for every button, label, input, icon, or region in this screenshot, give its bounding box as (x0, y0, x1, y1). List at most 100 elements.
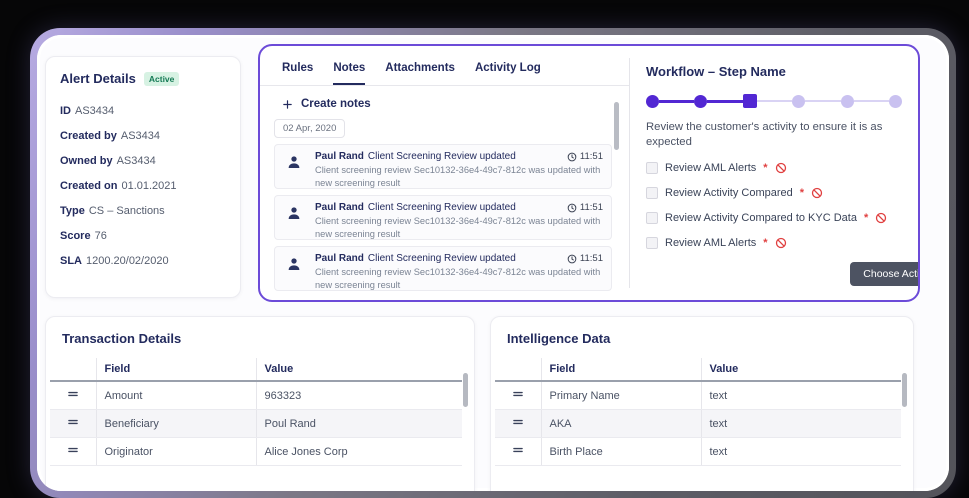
value-cell: 963323 (256, 381, 462, 410)
checklist-item: Review AML Alerts * (646, 237, 908, 249)
alert-field-id: ID AS3434 (60, 98, 226, 123)
prohibited-icon (811, 187, 823, 199)
drag-handle-icon[interactable] (511, 387, 525, 401)
step-connector (659, 100, 694, 103)
note-item[interactable]: Paul RandClient Screening Review updated… (274, 144, 612, 189)
note-item[interactable]: Paul Rand Client Screening Review updated… (274, 195, 612, 240)
drag-handle-icon[interactable] (66, 387, 80, 401)
status-badge: Active (144, 72, 180, 86)
note-body: Client screening review Sec10132-36e4-49… (315, 164, 603, 189)
prohibited-icon (775, 162, 787, 174)
alert-field-type: Type CS – Sanctions (60, 198, 226, 223)
checkbox[interactable] (646, 212, 658, 224)
note-action: Client Screening Review updated (368, 151, 516, 162)
note-action: Client Screening Review updated (368, 253, 516, 264)
checklist-item: Review Activity Compared * (646, 187, 908, 199)
note-body: Client screening review Sec10132-36e4-49… (315, 266, 603, 291)
checkbox[interactable] (646, 162, 658, 174)
workflow-section: Workflow – Step Name Review the customer… (646, 46, 908, 300)
note-body: Client screening review Sec10132-36e4-49… (315, 215, 603, 240)
step-node (694, 95, 707, 108)
tab-bar: Rules Notes Attachments Activity Log (260, 46, 629, 86)
required-marker: * (763, 162, 767, 174)
step-node (841, 95, 854, 108)
table-row: Beneficiary Poul Rand (50, 410, 462, 438)
checkbox[interactable] (646, 237, 658, 249)
person-icon (286, 154, 302, 170)
plus-icon (282, 99, 293, 110)
checklist-label: Review AML Alerts (665, 237, 756, 249)
note-timestamp: 11:51 (580, 253, 603, 264)
note-timestamp: 11:51 (580, 151, 603, 162)
drag-handle-icon[interactable] (511, 443, 525, 457)
handle-column-header (495, 358, 541, 381)
field-cell: Amount (96, 381, 256, 410)
date-chip: 02 Apr, 2020 (274, 119, 345, 138)
transaction-details-table: Field Value Amount 963323 Beneficiary Po… (50, 358, 462, 466)
note-author: Paul Rand (315, 202, 364, 213)
checklist-label: Review AML Alerts (665, 162, 756, 174)
table-row: Primary Name text (495, 381, 901, 410)
workflow-description: Review the customer's activity to ensure… (646, 120, 891, 149)
intelligence-data-table: Field Value Primary Name text AKA text (495, 358, 901, 466)
person-icon (286, 256, 302, 272)
tab-rules[interactable]: Rules (282, 62, 313, 85)
step-connector (757, 100, 792, 102)
alert-field-created-on: Created on 01.01.2021 (60, 173, 226, 198)
prohibited-icon (875, 212, 887, 224)
field-column-header: Field (96, 358, 256, 381)
checkbox[interactable] (646, 187, 658, 199)
table-row: Birth Place text (495, 438, 901, 466)
step-node (646, 95, 659, 108)
step-node (792, 95, 805, 108)
drag-handle-icon[interactable] (66, 415, 80, 429)
alert-field-score: Score 76 (60, 223, 226, 248)
note-item[interactable]: Paul Rand Client Screening Review updated… (274, 246, 612, 291)
notes-scrollbar[interactable] (614, 102, 619, 150)
field-cell: AKA (541, 410, 701, 438)
drag-handle-icon[interactable] (511, 415, 525, 429)
transaction-details-card: Transaction Details Field Value Amount 9… (45, 316, 475, 491)
step-connector (707, 100, 742, 103)
note-author: Paul Rand (315, 253, 364, 264)
alert-details-title: Alert Details (60, 71, 136, 86)
alert-field-created-by: Created by AS3434 (60, 123, 226, 148)
choose-action-button[interactable]: Choose Action (850, 262, 920, 286)
table-scrollbar[interactable] (902, 373, 907, 407)
table-scrollbar[interactable] (463, 373, 468, 407)
intelligence-data-title: Intelligence Data (507, 331, 913, 346)
tab-activity-log[interactable]: Activity Log (475, 62, 541, 85)
prohibited-icon (775, 237, 787, 249)
step-node (889, 95, 902, 108)
field-cell: Originator (96, 438, 256, 466)
note-action: Client Screening Review updated (368, 202, 516, 213)
tab-notes[interactable]: Notes (333, 62, 365, 85)
tab-attachments[interactable]: Attachments (385, 62, 455, 85)
notes-section: Rules Notes Attachments Activity Log Cre… (260, 46, 629, 300)
table-row: Originator Alice Jones Corp (50, 438, 462, 466)
transaction-details-title: Transaction Details (62, 331, 474, 346)
field-column-header: Field (541, 358, 701, 381)
value-cell: Poul Rand (256, 410, 462, 438)
app-window: Alert Details Active ID AS3434 Created b… (37, 35, 949, 491)
field-cell: Birth Place (541, 438, 701, 466)
alert-field-owned-by: Owned by AS3434 (60, 148, 226, 173)
drag-handle-icon[interactable] (66, 443, 80, 457)
step-connector (805, 100, 840, 102)
alert-field-sla: SLA 1200.20/02/2020 (60, 248, 226, 273)
workflow-title: Workflow – Step Name (646, 64, 908, 79)
step-connector (854, 100, 889, 102)
note-timestamp: 11:51 (580, 202, 603, 213)
create-notes-button[interactable]: Create notes (282, 98, 629, 110)
value-cell: text (701, 438, 901, 466)
step-node-current (743, 94, 757, 108)
value-cell: text (701, 410, 901, 438)
value-column-header: Value (256, 358, 462, 381)
create-notes-label: Create notes (301, 98, 371, 110)
person-icon (286, 205, 302, 221)
window-frame: Alert Details Active ID AS3434 Created b… (30, 28, 956, 498)
required-marker: * (763, 237, 767, 249)
checklist-label: Review Activity Compared (665, 187, 793, 199)
clock-icon (567, 203, 577, 213)
clock-icon (567, 152, 577, 162)
